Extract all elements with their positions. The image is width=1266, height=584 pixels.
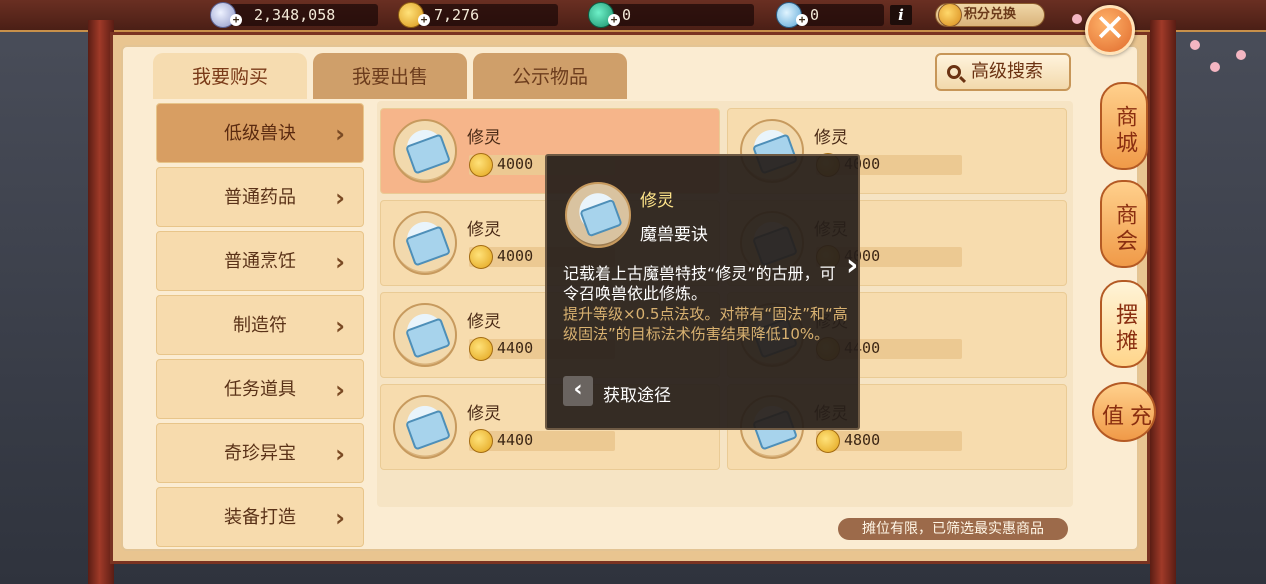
advanced-search-button[interactable]: 高级搜索 <box>935 53 1071 91</box>
chevron-left-icon: ‹ <box>563 376 593 406</box>
item-price: 4400 <box>497 339 534 357</box>
coin-icon <box>469 245 493 269</box>
silver-amount: 2,348,058 <box>254 6 336 24</box>
scroll-icon <box>393 395 457 459</box>
stall-notice: 摊位有限，已筛选最实惠商品 <box>838 518 1068 540</box>
side-tab-recharge[interactable]: 充值 <box>1092 382 1156 442</box>
tooltip-item-name: 修灵 <box>640 191 674 211</box>
chevron-right-icon: › <box>335 376 345 404</box>
chevron-right-icon: › <box>335 248 345 276</box>
side-tab-stall[interactable]: 摆摊 <box>1100 280 1148 368</box>
item-name: 修灵 <box>467 220 501 240</box>
acquisition-source-button[interactable]: ‹ 获取途径 <box>563 376 713 408</box>
coin-icon <box>469 153 493 177</box>
category-label: 奇珍异宝 <box>224 443 296 464</box>
item-tooltip: 修灵 魔兽要诀 记载着上古魔兽特技“修灵”的古册，可令召唤兽依此修炼。 提升等级… <box>545 154 860 430</box>
silver-currency[interactable]: + 2,348,058 <box>210 2 378 28</box>
add-gem-icon[interactable]: + <box>796 14 808 26</box>
chevron-right-icon: › <box>335 440 345 468</box>
item-price: 4000 <box>497 155 534 173</box>
item-price: 4400 <box>497 431 534 449</box>
category-equipment-forging[interactable]: 装备打造 › <box>156 487 364 547</box>
scroll-icon <box>393 211 457 275</box>
item-name: 修灵 <box>467 128 501 148</box>
tooltip-effect: 提升等级×0.5点法攻。对带有“固法”和“高级固法”的目标法术伤害结果降低10%… <box>563 305 848 343</box>
scroll-icon <box>565 182 631 248</box>
gem-currency[interactable]: + 0 <box>776 2 884 28</box>
item-price: 4000 <box>497 247 534 265</box>
category-label: 低级兽诀 <box>224 123 296 144</box>
info-button[interactable]: i <box>890 5 912 25</box>
category-rare-treasures[interactable]: 奇珍异宝 › <box>156 423 364 483</box>
jade-currency[interactable]: + 0 <box>588 2 754 28</box>
gold-amount: 7,276 <box>434 6 480 24</box>
jade-amount: 0 <box>622 6 632 24</box>
tab-sell[interactable]: 我要出售 <box>313 53 467 99</box>
gold-currency[interactable]: + 7,276 <box>398 2 558 28</box>
acquisition-source-label: 获取途径 <box>603 386 671 406</box>
chevron-right-icon[interactable]: › <box>846 248 858 283</box>
item-price: 4800 <box>844 431 881 449</box>
item-name: 修灵 <box>467 404 501 424</box>
side-tab-guild[interactable]: 商会 <box>1100 180 1148 268</box>
category-low-beast-skill[interactable]: 低级兽诀 › <box>156 103 364 163</box>
points-exchange-label: 积分兑换 <box>964 7 1017 22</box>
category-label: 任务道具 <box>224 379 296 400</box>
search-icon <box>947 65 961 79</box>
blossom-decoration <box>1210 62 1220 72</box>
blossom-decoration <box>1236 50 1246 60</box>
advanced-search-label: 高级搜索 <box>971 61 1043 82</box>
coin-icon <box>469 337 493 361</box>
gem-amount: 0 <box>810 6 820 24</box>
chevron-right-icon: › <box>335 120 345 148</box>
add-jade-icon[interactable]: + <box>608 14 620 26</box>
category-label: 制造符 <box>233 315 287 336</box>
category-label: 普通烹饪 <box>224 251 296 272</box>
add-gold-icon[interactable]: + <box>418 14 430 26</box>
right-pillar <box>1150 20 1176 584</box>
tooltip-description: 记载着上古魔兽特技“修灵”的古册，可令召唤兽依此修炼。 <box>563 264 836 303</box>
blossom-decoration <box>1190 40 1200 50</box>
blossom-decoration <box>1072 14 1082 24</box>
chevron-right-icon: › <box>335 312 345 340</box>
category-normal-medicine[interactable]: 普通药品 › <box>156 167 364 227</box>
category-label: 装备打造 <box>224 507 296 528</box>
scroll-icon <box>393 303 457 367</box>
category-label: 普通药品 <box>224 187 296 208</box>
tab-buy[interactable]: 我要购买 <box>153 53 307 99</box>
chevron-right-icon: › <box>335 184 345 212</box>
coin-icon <box>469 429 493 453</box>
category-crafting-talisman[interactable]: 制造符 › <box>156 295 364 355</box>
chevron-right-icon: › <box>335 504 345 532</box>
tab-public-items[interactable]: 公示物品 <box>473 53 627 99</box>
category-normal-cooking[interactable]: 普通烹饪 › <box>156 231 364 291</box>
item-name: 修灵 <box>814 128 848 148</box>
tooltip-item-type: 魔兽要诀 <box>640 225 708 245</box>
close-button[interactable]: ✕ <box>1085 5 1135 55</box>
scroll-icon <box>393 119 457 183</box>
coin-icon <box>816 429 840 453</box>
item-name: 修灵 <box>467 312 501 332</box>
points-exchange-button[interactable]: 积分兑换 <box>935 3 1045 27</box>
close-icon: ✕ <box>1094 6 1126 50</box>
add-silver-icon[interactable]: + <box>230 14 242 26</box>
side-tab-mall[interactable]: 商城 <box>1100 82 1148 170</box>
money-bag-icon <box>938 3 962 27</box>
category-quest-items[interactable]: 任务道具 › <box>156 359 364 419</box>
